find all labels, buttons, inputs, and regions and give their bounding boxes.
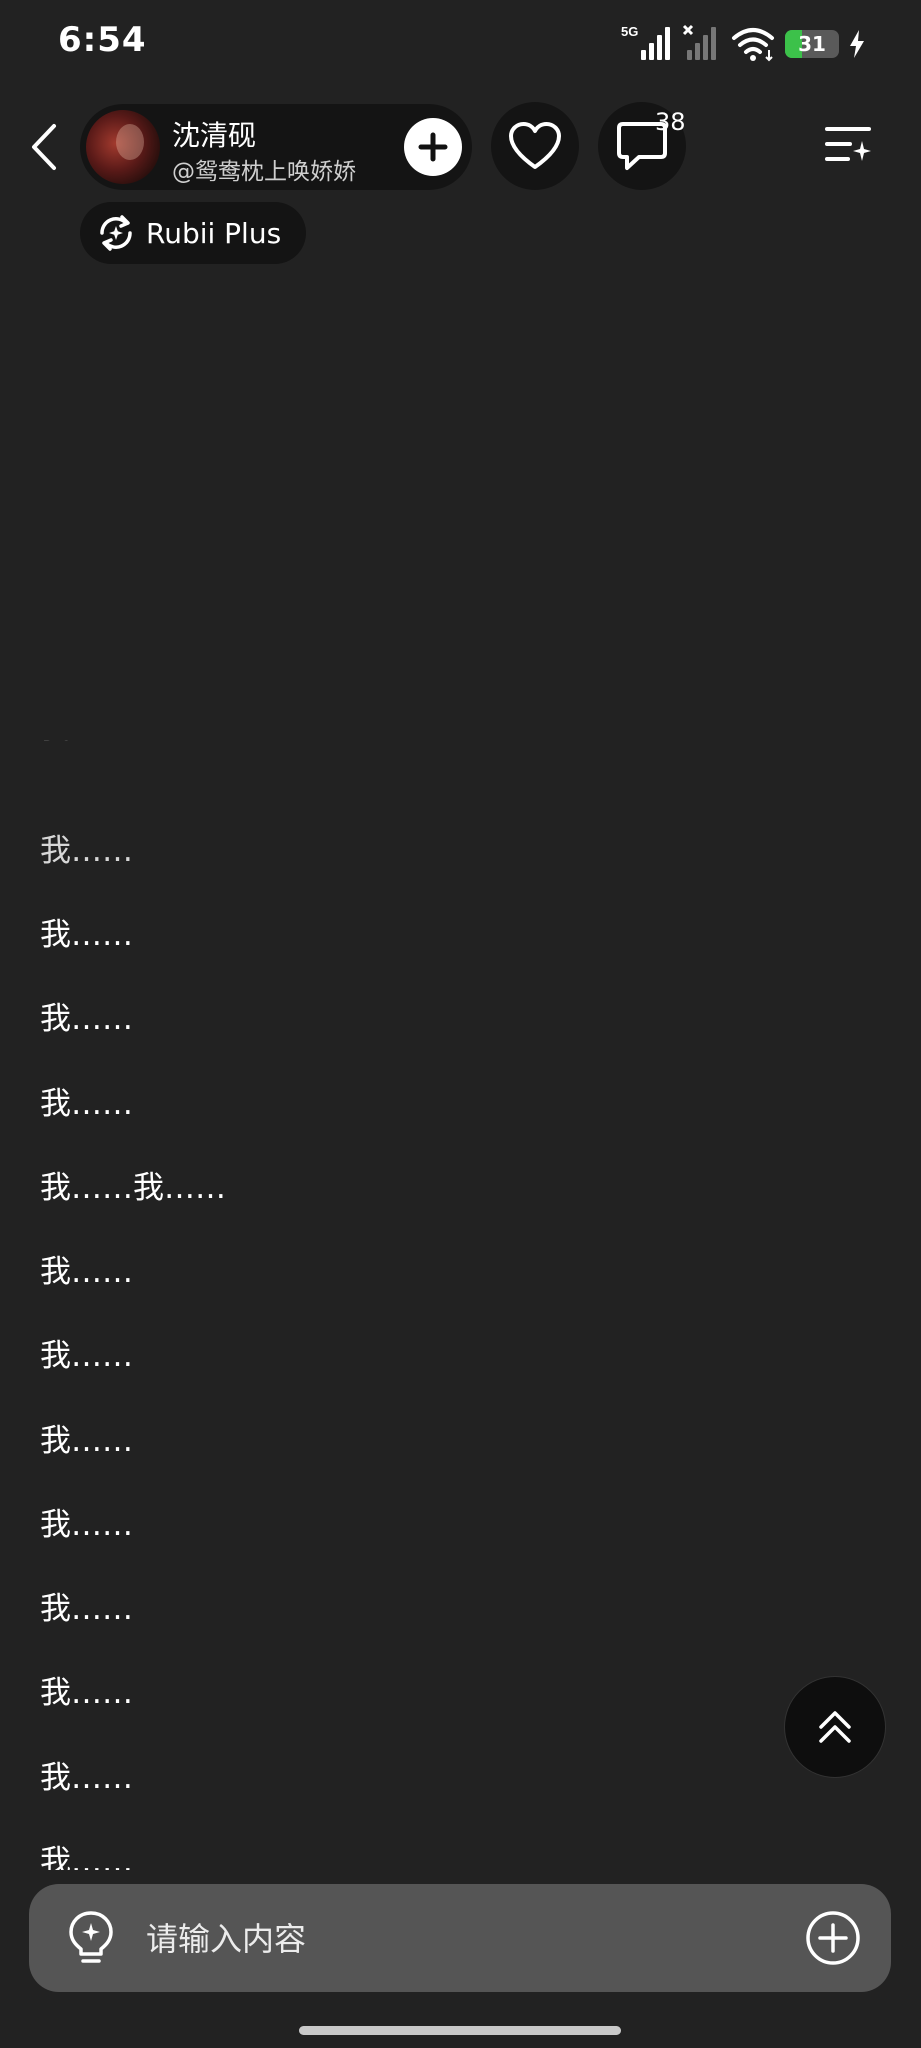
inspiration-button[interactable]	[61, 1908, 121, 1968]
battery-level: 31	[798, 32, 826, 56]
swap-sparkle-icon	[100, 215, 132, 251]
chat-message-line: 我……	[40, 1591, 133, 1627]
charging-bolt-icon	[850, 30, 864, 58]
message-input-bar	[29, 1884, 891, 1992]
chat-messages: 我…… 我…… 我…… 我…… 我…… 我…… 我…… 我…… 我…… 我…… 我…	[40, 740, 860, 1870]
lightbulb-icon	[69, 1911, 113, 1963]
chat-message-line: 我……我……	[40, 1170, 226, 1206]
comment-count: 38	[655, 108, 686, 136]
double-chevron-up-icon	[819, 1711, 851, 1743]
back-button[interactable]	[18, 112, 70, 182]
model-label: Rubii Plus	[146, 216, 282, 250]
status-time: 6:54	[58, 20, 147, 60]
chevron-left-icon	[32, 124, 56, 170]
chat-screen: 6:54 5G 31 沈清砚 @鸳鸯枕上唤娇娇 38 Rubii Plus 我……	[0, 0, 921, 2048]
chat-message-line: 我……	[40, 1086, 133, 1122]
chat-message-line: 我……	[40, 833, 133, 869]
chat-message-line: 我……	[40, 1338, 133, 1374]
avatar[interactable]	[86, 110, 160, 184]
cellular-no-signal-icon	[682, 24, 716, 60]
chat-message-line: 我……	[40, 917, 133, 953]
model-selector-pill[interactable]: Rubii Plus	[80, 202, 306, 264]
chat-message-line: 我……	[40, 1844, 133, 1870]
chat-message-line: 我……	[40, 1001, 133, 1037]
chat-message-line: 我……	[40, 1675, 133, 1711]
character-name: 沈清砚	[172, 119, 257, 152]
character-handle: @鸳鸯枕上唤娇娇	[172, 159, 356, 185]
chat-message-line: 我……	[40, 1507, 133, 1543]
battery-indicator: 31	[785, 30, 839, 58]
attach-button[interactable]	[805, 1910, 861, 1966]
plus-circle-icon	[806, 1911, 860, 1965]
chat-message-line: 我……	[40, 1423, 133, 1459]
follow-button[interactable]	[404, 118, 462, 176]
cellular-5g-icon: 5G	[621, 24, 670, 60]
chat-message-line: 我……	[40, 740, 133, 748]
like-button[interactable]	[491, 102, 579, 190]
model-icon-wrap	[96, 213, 136, 253]
character-profile-pill[interactable]: 沈清砚 @鸳鸯枕上唤娇娇	[80, 104, 472, 190]
home-indicator[interactable]	[299, 2026, 621, 2035]
scroll-to-top-button[interactable]	[784, 1676, 886, 1778]
menu-sparkle-icon	[825, 127, 871, 161]
message-input[interactable]	[144, 1908, 788, 1970]
heart-icon	[509, 122, 561, 169]
chat-message-line: 我……	[40, 1254, 133, 1290]
status-bar: 6:54 5G 31	[0, 0, 921, 90]
wifi-icon	[732, 28, 774, 62]
network-label: 5G	[621, 24, 638, 39]
menu-button[interactable]	[820, 118, 876, 174]
plus-icon	[418, 132, 448, 162]
chat-message-line: 我……	[40, 1760, 133, 1796]
status-icons: 5G 31	[621, 22, 865, 66]
